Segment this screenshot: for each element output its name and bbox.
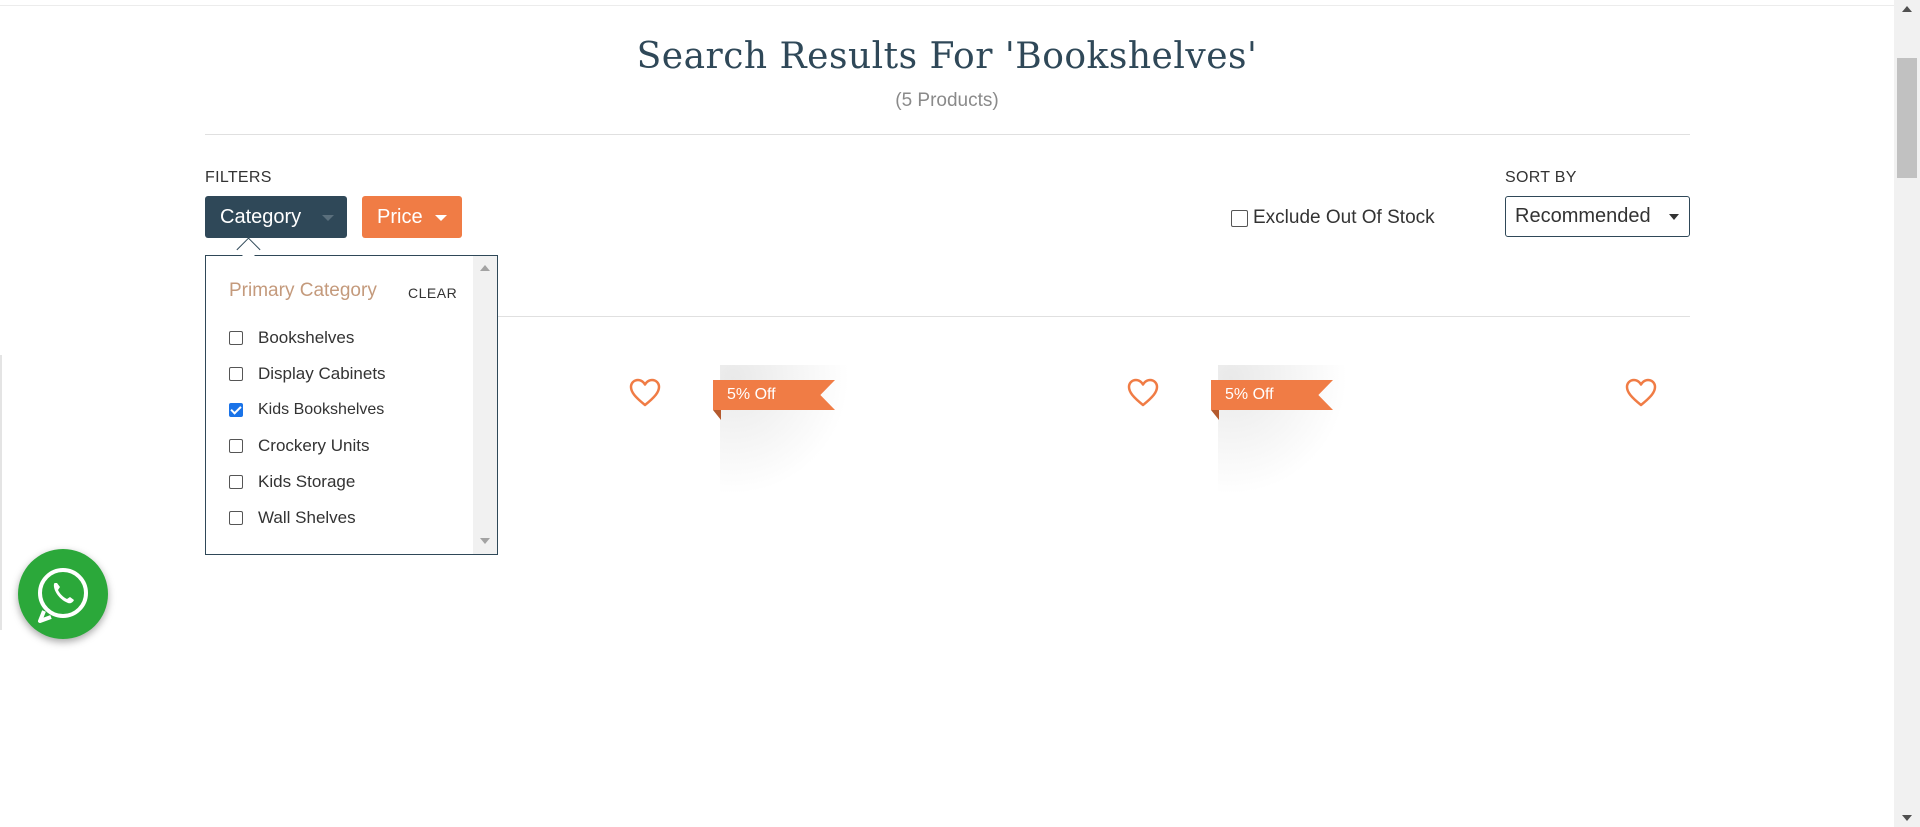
- sort-selected-value: Recommended: [1515, 205, 1651, 227]
- discount-badge-fold: [713, 410, 721, 420]
- category-option-label: Crockery Units: [258, 436, 370, 455]
- page-scrollbar[interactable]: [1894, 0, 1920, 827]
- chevron-down-icon: [435, 215, 447, 221]
- product-count: (5 Products): [895, 90, 999, 111]
- sort-by-select[interactable]: Recommended: [1505, 196, 1690, 237]
- category-filter-label: Category: [220, 206, 302, 228]
- category-option-label: Display Cabinets: [258, 364, 386, 383]
- exclude-out-of-stock-label: Exclude Out Of Stock: [1253, 207, 1435, 228]
- scrollbar-thumb[interactable]: [1897, 58, 1917, 178]
- category-option-crockery-units[interactable]: Crockery Units: [229, 428, 386, 464]
- whatsapp-chat-button[interactable]: [18, 549, 108, 639]
- checkbox[interactable]: [229, 367, 243, 381]
- page-title: Search Results For 'Bookshelves': [636, 36, 1258, 77]
- scroll-down-arrow-icon[interactable]: [1902, 815, 1912, 821]
- discount-badge: 5% Off: [713, 380, 835, 410]
- category-dropdown: Primary Category CLEAR Bookshelves Displ…: [205, 255, 498, 555]
- category-option-label: Bookshelves: [258, 328, 355, 347]
- checkbox[interactable]: [229, 475, 243, 489]
- category-option-display-cabinets[interactable]: Display Cabinets: [229, 356, 386, 392]
- exclude-out-of-stock-checkbox[interactable]: [1231, 209, 1248, 227]
- scroll-up-arrow-icon[interactable]: [480, 265, 490, 271]
- category-option-label: Wall Shelves: [258, 508, 356, 527]
- filters-label: FILTERS: [205, 169, 272, 186]
- price-filter-button[interactable]: Price: [362, 196, 462, 238]
- discount-badge: 5% Off: [1211, 380, 1333, 410]
- sort-by-label: SORT BY: [1505, 169, 1577, 186]
- clear-category-button[interactable]: CLEAR: [408, 285, 457, 301]
- checkbox[interactable]: [229, 439, 243, 453]
- dropdown-scrollbar[interactable]: [473, 256, 497, 554]
- category-option-kids-bookshelves[interactable]: Kids Bookshelves: [229, 392, 386, 428]
- price-filter-label: Price: [377, 206, 423, 228]
- checkbox[interactable]: [229, 331, 243, 345]
- scroll-up-arrow-icon[interactable]: [1902, 6, 1912, 12]
- exclude-out-of-stock-toggle[interactable]: Exclude Out Of Stock: [1231, 207, 1435, 229]
- whatsapp-icon: [38, 568, 88, 623]
- category-option-label: Kids Storage: [258, 472, 356, 491]
- header-divider: [205, 134, 1690, 135]
- category-option-wall-shelves[interactable]: Wall Shelves: [229, 500, 386, 536]
- heart-icon[interactable]: [1127, 378, 1159, 408]
- category-option-label: Kids Bookshelves: [258, 401, 385, 418]
- chevron-down-icon: [322, 215, 334, 221]
- category-option-list: Bookshelves Display Cabinets Kids Booksh…: [229, 320, 386, 536]
- category-option-bookshelves[interactable]: Bookshelves: [229, 320, 386, 356]
- heart-icon[interactable]: [1625, 378, 1657, 408]
- scroll-down-arrow-icon[interactable]: [480, 538, 490, 544]
- category-filter-button[interactable]: Category: [205, 196, 347, 238]
- category-option-kids-storage[interactable]: Kids Storage: [229, 464, 386, 500]
- left-edge-panel: [0, 355, 2, 630]
- top-divider: [0, 0, 1894, 6]
- heart-icon[interactable]: [629, 378, 661, 408]
- primary-category-heading: Primary Category: [229, 280, 377, 301]
- discount-badge-fold: [1211, 410, 1219, 420]
- chevron-down-icon: [1669, 214, 1679, 220]
- checkbox[interactable]: [229, 511, 243, 525]
- checkbox-checked[interactable]: [229, 403, 243, 417]
